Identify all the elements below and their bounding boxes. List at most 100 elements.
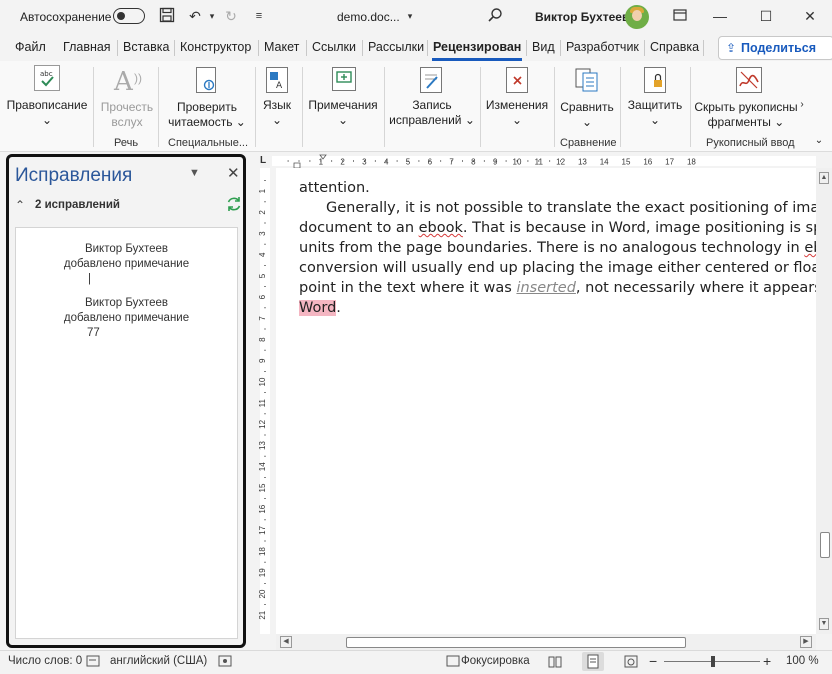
hide-ink-icon: [736, 67, 762, 93]
ruler-tick-label: 13: [578, 158, 587, 167]
share-button[interactable]: ⇪ Поделиться: [718, 36, 832, 60]
compare-button[interactable]: Сравнить ⌄: [558, 100, 616, 130]
zoom-in-icon[interactable]: +: [763, 653, 771, 669]
ribbon-display-options-icon[interactable]: [671, 7, 689, 25]
revision-action: добавлено примечание: [63, 258, 190, 270]
undo-dropdown-icon[interactable]: ▾: [203, 7, 221, 25]
revision-count: 2 исправлений: [35, 199, 120, 211]
refresh-icon[interactable]: [225, 195, 243, 213]
document-page[interactable]: attention. Generally, it is not possible…: [276, 168, 816, 634]
horizontal-scrollbar[interactable]: ◀ ▶: [276, 634, 816, 650]
proofing-icon[interactable]: [86, 655, 100, 667]
inserted-text: inserted: [516, 280, 576, 296]
pane-close-icon[interactable]: ✕: [227, 164, 240, 182]
user-name[interactable]: Виктор Бухтеев: [535, 10, 629, 24]
horizontal-ruler[interactable]: L 1 2 3 4 5 6 7 8 9 10 11 12 13 14 15 16 17 18: [256, 154, 832, 168]
tab-selector-icon[interactable]: L: [260, 155, 266, 166]
collapse-ribbon-icon[interactable]: ⌄: [812, 133, 826, 148]
comments-button[interactable]: Примечания ⌄: [306, 98, 380, 128]
ruler-tick-label: 12: [258, 419, 267, 428]
search-icon[interactable]: [486, 7, 504, 25]
web-layout-icon[interactable]: [624, 655, 638, 668]
scroll-down-icon[interactable]: ▼: [819, 618, 829, 630]
close-button[interactable]: ✕: [800, 8, 820, 25]
doc-name-dropdown-icon[interactable]: ▾: [401, 7, 419, 25]
tab-design[interactable]: Конструктор: [180, 40, 251, 54]
share-icon: ⇪: [726, 41, 737, 55]
changes-button[interactable]: Изменения ⌄: [484, 98, 550, 128]
tab-file[interactable]: Файл: [15, 40, 46, 54]
tab-insert[interactable]: Вставка: [123, 40, 169, 54]
scroll-right-icon[interactable]: ▶: [800, 636, 812, 648]
ruler-tick-label: 5: [258, 273, 267, 278]
ruler-tick-label: 21: [258, 610, 267, 619]
collapse-summary-icon[interactable]: ⌃: [15, 198, 25, 212]
language-button[interactable]: Язык ⌄: [257, 98, 297, 128]
tab-mailings[interactable]: Рассылки: [368, 40, 424, 54]
spelling-button[interactable]: Правописание ⌄: [4, 98, 90, 128]
vertical-ruler[interactable]: 1 2 3 4 5 6 7 8 9 10 11 12 13 14 15 16 17 18 19 20 21: [256, 168, 274, 634]
revision-author: Виктор Бухтеев: [84, 297, 169, 309]
word-count[interactable]: Число слов: 0: [8, 655, 82, 667]
scroll-up-icon[interactable]: ▲: [819, 172, 829, 184]
ruler-tick-label: 6: [258, 294, 267, 299]
hide-ink-button[interactable]: Скрыть рукописны фрагменты ⌄: [694, 100, 798, 130]
zoom-out-icon[interactable]: −: [649, 653, 657, 669]
vertical-scrollbar[interactable]: ▲ ▼: [816, 168, 832, 634]
ruler-tick-label: 18: [258, 547, 267, 556]
revision-item[interactable]: Виктор Бухтеев добавлено примечание 77: [16, 296, 237, 341]
protect-button[interactable]: Защитить ⌄: [624, 98, 686, 128]
tab-layout[interactable]: Макет: [264, 40, 299, 54]
read-aloud-button[interactable]: Прочесть вслух: [98, 100, 156, 130]
ruler-tick-label: 17: [665, 158, 674, 167]
track-changes-icon: [420, 67, 442, 93]
avatar[interactable]: [625, 5, 649, 29]
save-icon[interactable]: [158, 7, 176, 25]
check-accessibility-button[interactable]: Проверить читаемость ⌄: [162, 100, 252, 130]
accessibility-status-icon[interactable]: [218, 655, 232, 667]
pane-options-icon[interactable]: ▼: [189, 167, 200, 179]
focus-mode-button[interactable]: Фокусировка: [461, 655, 530, 667]
tab-help[interactable]: Справка: [650, 40, 699, 54]
doc-line: document to an ebook. That is because in…: [299, 220, 816, 236]
document-name[interactable]: demo.doc...: [337, 10, 400, 24]
maximize-button[interactable]: ☐: [756, 8, 776, 25]
ruler-tick-label: 12: [556, 158, 565, 167]
undo-icon[interactable]: ↶: [186, 7, 204, 25]
changes-icon: [506, 67, 528, 93]
vertical-scroll-thumb[interactable]: [820, 532, 830, 558]
ribbon-scroll-right-icon[interactable]: ›: [798, 97, 806, 112]
tab-view[interactable]: Вид: [532, 40, 555, 54]
print-layout-icon[interactable]: [582, 652, 604, 671]
check-accessibility-icon: [196, 67, 216, 93]
ruler-tick-label: 11: [258, 399, 267, 408]
doc-line: point in the text where it was inserted,…: [299, 280, 816, 296]
ruler-tick-label: 14: [258, 462, 267, 471]
compare-icon: [574, 67, 600, 93]
ruler-tick-label: 1: [258, 188, 267, 193]
comments-icon: [332, 67, 356, 91]
ruler-tick-label: 10: [258, 377, 267, 386]
tab-home[interactable]: Главная: [63, 40, 111, 54]
zoom-level[interactable]: 100 %: [786, 655, 819, 667]
redo-icon[interactable]: ↻: [222, 7, 240, 25]
horizontal-scroll-thumb[interactable]: [346, 637, 686, 648]
tab-developer[interactable]: Разработчик: [566, 40, 639, 54]
ruler-tick-label: 20: [258, 589, 267, 598]
track-changes-button[interactable]: Запись исправлений ⌄: [388, 98, 476, 128]
tab-references[interactable]: Ссылки: [312, 40, 356, 54]
customize-toolbar-icon[interactable]: ≡: [250, 7, 268, 25]
ruler-tick-label: 13: [258, 441, 267, 450]
autosave-toggle[interactable]: [113, 8, 145, 24]
ruler-tick-label: 11: [535, 158, 544, 167]
language-status[interactable]: английский (США): [110, 655, 207, 667]
revision-content: 77: [87, 327, 100, 339]
commented-text: Word: [299, 300, 337, 316]
minimize-button[interactable]: —: [710, 8, 730, 24]
revision-item[interactable]: Виктор Бухтеев добавлено примечание |: [16, 242, 237, 287]
scroll-left-icon[interactable]: ◀: [280, 636, 292, 648]
ruler-tick-label: 14: [600, 158, 609, 167]
read-mode-icon[interactable]: [548, 655, 562, 668]
tab-review[interactable]: Рецензировани: [433, 40, 522, 54]
zoom-slider-thumb[interactable]: [711, 656, 715, 667]
